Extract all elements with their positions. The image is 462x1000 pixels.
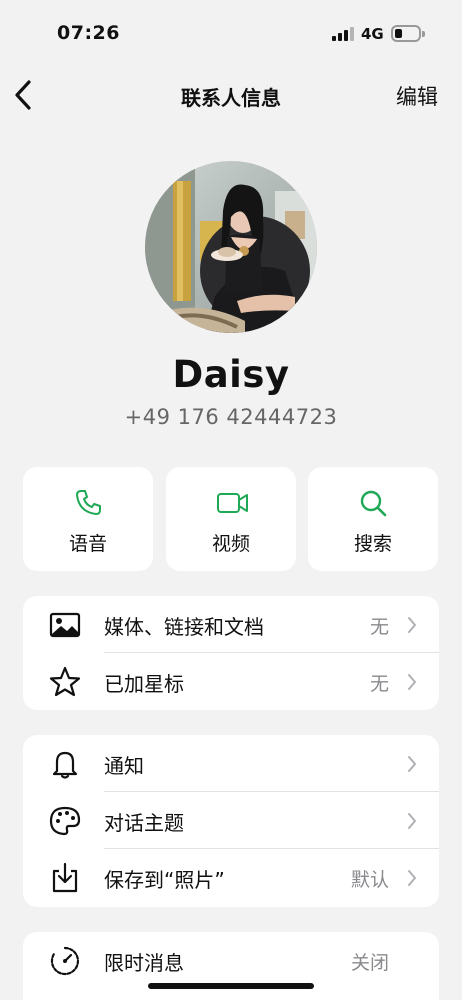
- disappearing-messages-group: 限时消息 关闭: [23, 932, 439, 1000]
- chevron-right-icon: [408, 756, 416, 772]
- chevron-right-icon: [408, 617, 416, 633]
- video-call-label: 视频: [211, 533, 250, 555]
- phone-icon: [76, 490, 101, 515]
- chevron-right-icon: [408, 674, 416, 690]
- back-button[interactable]: [10, 76, 40, 114]
- download-icon: [52, 862, 78, 893]
- search-button[interactable]: 搜索: [308, 467, 438, 571]
- chevron-right-icon: [408, 870, 416, 886]
- row-value: 无: [369, 673, 389, 695]
- save-to-photos-row[interactable]: 保存到“照片” 默认: [23, 849, 439, 906]
- chat-theme-row[interactable]: 对话主题: [23, 792, 439, 849]
- timer-icon: [50, 946, 80, 976]
- starred-messages-row[interactable]: 已加星标 无: [23, 653, 439, 710]
- navigation-bar: 联系人信息 编辑: [0, 70, 462, 120]
- voice-call-button[interactable]: 语音: [23, 467, 153, 571]
- search-label: 搜索: [353, 533, 392, 555]
- star-icon: [49, 666, 81, 697]
- bell-icon: [52, 751, 78, 779]
- disappearing-messages-row[interactable]: 限时消息 关闭: [23, 932, 439, 989]
- status-bar: 07:26 4G: [0, 0, 462, 64]
- voice-call-label: 语音: [68, 533, 107, 555]
- row-label: 媒体、链接和文档: [104, 615, 264, 639]
- battery-icon: [391, 25, 425, 42]
- network-type: 4G: [361, 25, 384, 43]
- row-value: 默认: [350, 869, 389, 891]
- home-indicator: [148, 983, 314, 989]
- chevron-right-icon: [408, 813, 416, 829]
- contact-name: Daisy: [172, 353, 290, 396]
- page-title: 联系人信息: [181, 86, 281, 110]
- settings-group: 通知 对话主题 保存到“照片” 默认: [23, 735, 439, 907]
- row-label: 对话主题: [104, 811, 184, 835]
- search-icon: [360, 490, 387, 517]
- status-time: 07:26: [57, 22, 120, 44]
- row-value: 无: [369, 616, 389, 638]
- media-links-docs-row[interactable]: 媒体、链接和文档 无: [23, 596, 439, 653]
- avatar-photo: [145, 161, 317, 333]
- row-value: 关闭: [350, 952, 389, 974]
- notifications-row[interactable]: 通知: [23, 735, 439, 792]
- contact-phone-number[interactable]: +49 176 42444723: [0, 405, 462, 429]
- edit-button[interactable]: 编辑: [396, 81, 438, 111]
- contact-avatar[interactable]: [145, 161, 317, 333]
- image-icon: [49, 612, 81, 638]
- palette-icon: [49, 806, 81, 836]
- video-call-button[interactable]: 视频: [166, 467, 296, 571]
- row-label: 通知: [104, 754, 144, 778]
- signal-icon: [332, 27, 354, 41]
- row-label: 限时消息: [104, 951, 184, 975]
- video-icon: [217, 493, 248, 513]
- chevron-left-icon: [15, 80, 31, 110]
- media-starred-group: 媒体、链接和文档 无 已加星标 无: [23, 596, 439, 710]
- row-label: 已加星标: [104, 672, 184, 696]
- row-label: 保存到“照片”: [104, 868, 225, 892]
